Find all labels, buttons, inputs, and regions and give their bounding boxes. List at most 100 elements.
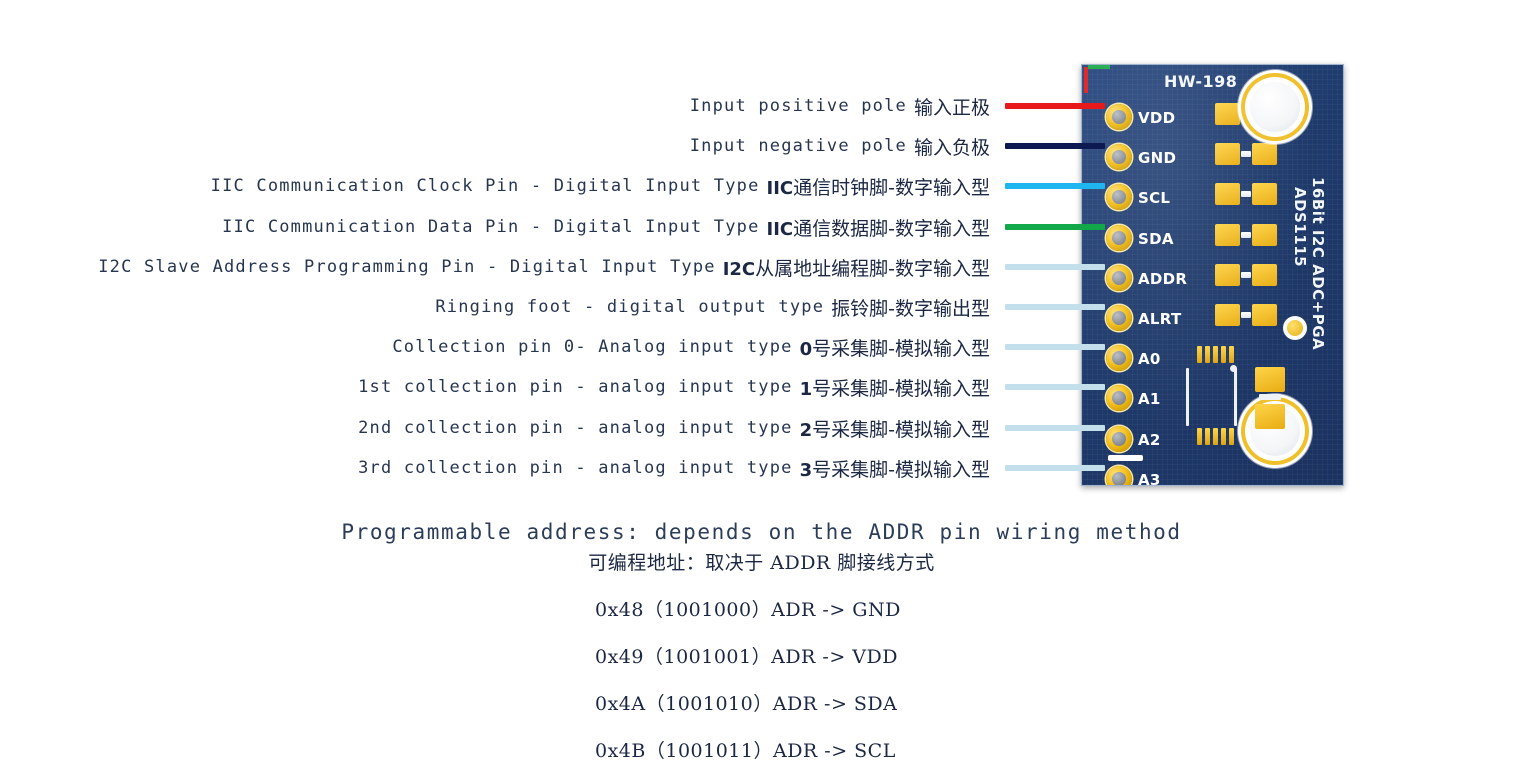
smd-resistor-pad-pair xyxy=(1215,304,1277,326)
ic-pin xyxy=(1197,346,1202,363)
ic-pin xyxy=(1205,428,1210,445)
ic-pin xyxy=(1197,428,1202,445)
pin-description-cn: I2C从属地址编程脚-数字输入型 xyxy=(723,254,990,281)
board-pin-pad xyxy=(1106,144,1132,170)
pin-description-en: 2nd collection pin - analog input type xyxy=(358,418,793,438)
board-pin-label: SCL xyxy=(1138,189,1171,207)
pin-wire xyxy=(1005,465,1105,471)
ads1115-board: HW-198 16Bit I2C ADC+PGA ADS1115 VDD GND S… xyxy=(1081,64,1344,486)
address-row: 0x48（1001000）ADR -> GND xyxy=(595,599,901,621)
smd-pad xyxy=(1215,224,1240,246)
pin-description-cn: 1号采集脚-模拟输入型 xyxy=(800,374,990,401)
board-pin-pad xyxy=(1106,385,1132,411)
smd-resistor-pad-pair xyxy=(1215,224,1277,246)
ic-pin xyxy=(1213,346,1218,363)
address-row: 0x4B（1001011）ADR -> SCL xyxy=(595,740,896,762)
pin-description-en: I2C Slave Address Programming Pin - Digi… xyxy=(98,257,716,277)
pin-description-row: Input negative pole 输入负极 xyxy=(0,131,990,161)
board-pin-label: ADDR xyxy=(1138,270,1188,288)
board-corner-green-mark xyxy=(1088,65,1110,69)
pin-description-en: Input negative pole xyxy=(689,136,907,156)
pin-description-row: 1st collection pin - analog input type 1号… xyxy=(0,372,990,402)
pin-description-row: IIC Communication Clock Pin - Digital In… xyxy=(0,171,990,201)
pin-wire xyxy=(1005,264,1105,270)
pin-description-en: Ringing foot - digital output type xyxy=(435,297,825,317)
pin-description-cn-text: 输入正极 xyxy=(913,96,990,119)
smd-pad xyxy=(1252,304,1277,326)
address-row: 0x4A（1001010）ADR -> SDA xyxy=(595,693,898,715)
address-block: Programmable address: depends on the ADD… xyxy=(0,520,1523,763)
pin-description-cn-lead: 0 xyxy=(799,338,813,360)
pin-description-en: 3rd collection pin - analog input type xyxy=(358,458,793,478)
pin-wire xyxy=(1005,183,1105,189)
pin-description-row: IIC Communication Data Pin - Digital Inp… xyxy=(0,212,990,242)
smd-pad xyxy=(1215,143,1240,165)
smd-pad xyxy=(1252,264,1277,286)
pin-description-cn-lead: 2 xyxy=(799,419,813,441)
pin-description-cn-lead: IIC xyxy=(766,218,794,240)
pin-description-cn: 输入负极 xyxy=(914,133,990,160)
pin-description-cn-text: 号采集脚-模拟输入型 xyxy=(812,458,990,481)
board-pin-pad xyxy=(1106,184,1132,210)
pin-description-cn-text: 振铃脚-数字输出型 xyxy=(831,297,990,320)
smd-resistor-pad-pair xyxy=(1215,264,1277,286)
ic-pin-row-bottom xyxy=(1197,428,1234,445)
board-pin-label: A3 xyxy=(1138,471,1161,486)
pin-description-row: Ringing foot - digital output type 振铃脚-数字… xyxy=(0,292,990,322)
pin-description-cn-lead: I2C xyxy=(722,258,756,280)
ic-pin1-dot xyxy=(1230,365,1237,372)
pin-description-row: 3rd collection pin - analog input type 3号… xyxy=(0,453,990,483)
board-pin-pad xyxy=(1106,104,1132,130)
board-pin-label: A2 xyxy=(1138,431,1161,449)
address-title-en: Programmable address: depends on the ADD… xyxy=(341,520,1182,544)
board-pin-label: ALRT xyxy=(1138,310,1182,328)
smd-resistor-pad-pair xyxy=(1215,143,1277,165)
capacitor-pad-top xyxy=(1255,367,1285,392)
pin-description-row: I2C Slave Address Programming Pin - Digi… xyxy=(0,252,990,282)
board-pin-label: A0 xyxy=(1138,350,1161,368)
ic-pin xyxy=(1229,428,1234,445)
pin-description-en: Input positive pole xyxy=(689,96,907,116)
pin-description-row: Input positive pole 输入正极 xyxy=(0,91,990,121)
smd-pad xyxy=(1215,183,1240,205)
ic-outline-left xyxy=(1186,368,1189,426)
mounting-hole-top-right xyxy=(1245,77,1305,137)
pin-wire xyxy=(1005,103,1105,109)
pin-description-cn-text: 号采集脚-模拟输入型 xyxy=(812,418,990,441)
board-pin-pad xyxy=(1106,426,1132,452)
ic-pin xyxy=(1229,346,1234,363)
ic-pin xyxy=(1221,346,1226,363)
pin-description-cn-text: 从属地址编程脚-数字输入型 xyxy=(755,257,990,280)
pin-description-cn: 2号采集脚-模拟输入型 xyxy=(800,415,990,442)
pin-description-cn: 3号采集脚-模拟输入型 xyxy=(800,455,990,482)
pin-description-cn-text: 号采集脚-模拟输入型 xyxy=(812,337,990,360)
board-pin-label: VDD xyxy=(1138,109,1176,127)
smd-pad xyxy=(1215,103,1240,125)
pin-description-en: Collection pin 0- Analog input type xyxy=(392,337,793,357)
pin-wire xyxy=(1005,304,1105,310)
pin-description-cn-lead: 1 xyxy=(799,378,813,400)
board-pin-label: SDA xyxy=(1138,230,1174,248)
board-silk-title: HW-198 xyxy=(1164,72,1238,91)
pin-description-en: IIC Communication Clock Pin - Digital In… xyxy=(210,176,760,196)
pin-wire xyxy=(1005,224,1105,230)
address-title-cn: 可编程地址：取决于 ADDR 脚接线方式 xyxy=(588,552,935,574)
smd-pad-gap xyxy=(1241,272,1251,278)
board-pin-pad xyxy=(1106,345,1132,371)
diagram-canvas: Input positive pole 输入正极 Input negative po… xyxy=(0,0,1523,781)
smd-pad-gap xyxy=(1241,151,1251,157)
pin-description-row: 2nd collection pin - analog input type 2号… xyxy=(0,413,990,443)
pin-description-cn-text: 输入负极 xyxy=(913,136,990,159)
smd-pad xyxy=(1215,304,1240,326)
pin-description-en: 1st collection pin - analog input type xyxy=(358,377,793,397)
pin-wire xyxy=(1005,143,1105,149)
board-pin-pad xyxy=(1106,225,1132,251)
pin-wire xyxy=(1005,425,1105,431)
pin-description-cn-lead: IIC xyxy=(766,177,794,199)
ic-pin-row-top xyxy=(1197,346,1234,363)
via-pad xyxy=(1283,316,1307,340)
pin-description-cn-text: 通信时钟脚-数字输入型 xyxy=(793,176,990,199)
ic-pin xyxy=(1205,346,1210,363)
smd-pad xyxy=(1215,264,1240,286)
pin-wire xyxy=(1005,384,1105,390)
